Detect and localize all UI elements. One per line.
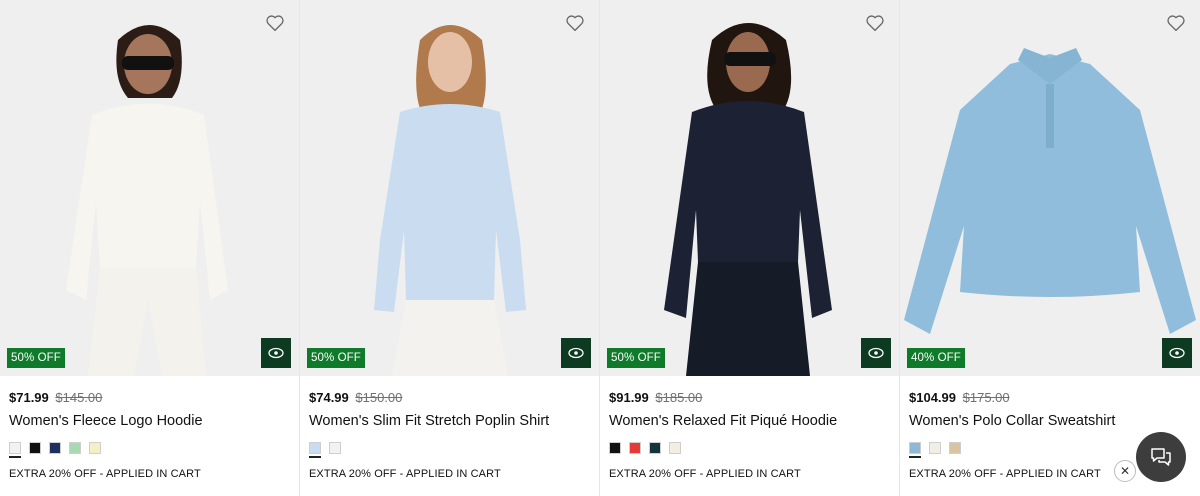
original-price: $185.00 — [655, 390, 703, 405]
color-swatches — [9, 442, 290, 458]
original-price: $145.00 — [55, 390, 103, 405]
product-card[interactable]: 40% OFF $104.99 $175.00 Women's Polo Col… — [900, 0, 1200, 496]
wishlist-heart-icon[interactable] — [265, 14, 285, 32]
sale-price: $74.99 — [309, 390, 349, 405]
product-grid: 50% OFF $71.99 $145.00 Women's Fleece Lo… — [0, 0, 1200, 496]
product-name[interactable]: Women's Relaxed Fit Piqué Hoodie — [609, 412, 890, 430]
garment-figure — [904, 48, 1196, 334]
color-swatch[interactable] — [929, 442, 941, 454]
product-name[interactable]: Women's Polo Collar Sweatshirt — [909, 412, 1191, 430]
product-image[interactable]: 50% OFF — [300, 0, 599, 376]
sale-price: $71.99 — [9, 390, 49, 405]
price-row: $91.99 $185.00 — [609, 390, 890, 406]
original-price: $175.00 — [962, 390, 1010, 405]
model-figure — [664, 23, 832, 376]
quick-view-eye-icon[interactable] — [1162, 338, 1192, 368]
color-swatch[interactable] — [329, 442, 341, 454]
close-icon[interactable]: ✕ — [1114, 460, 1136, 482]
product-name[interactable]: Women's Slim Fit Stretch Poplin Shirt — [309, 412, 590, 430]
model-figure — [374, 25, 526, 376]
quick-view-eye-icon[interactable] — [561, 338, 591, 368]
product-card[interactable]: 50% OFF $91.99 $185.00 Women's Relaxed F… — [600, 0, 900, 496]
promo-text: EXTRA 20% OFF - APPLIED IN CART — [609, 468, 801, 480]
sale-price: $104.99 — [909, 390, 956, 405]
color-swatches — [609, 442, 890, 456]
chat-bubbles-icon[interactable] — [1136, 432, 1186, 482]
color-swatch[interactable] — [309, 442, 321, 458]
product-info: $91.99 $185.00 Women's Relaxed Fit Piqué… — [600, 376, 899, 456]
color-swatch[interactable] — [629, 442, 641, 454]
color-swatch[interactable] — [89, 442, 101, 454]
product-card[interactable]: 50% OFF $74.99 $150.00 Women's Slim Fit … — [300, 0, 600, 496]
product-info: $71.99 $145.00 Women's Fleece Logo Hoodi… — [0, 376, 299, 458]
discount-badge: 50% OFF — [7, 348, 65, 368]
color-swatch[interactable] — [909, 442, 921, 458]
discount-badge: 50% OFF — [307, 348, 365, 368]
price-row: $71.99 $145.00 — [9, 390, 290, 406]
product-name[interactable]: Women's Fleece Logo Hoodie — [9, 412, 290, 430]
price-row: $74.99 $150.00 — [309, 390, 590, 406]
wishlist-heart-icon[interactable] — [865, 14, 885, 32]
product-image[interactable]: 50% OFF — [0, 0, 299, 376]
color-swatch[interactable] — [49, 442, 61, 454]
product-card[interactable]: 50% OFF $71.99 $145.00 Women's Fleece Lo… — [0, 0, 300, 496]
color-swatch[interactable] — [949, 442, 961, 454]
discount-badge: 40% OFF — [907, 348, 965, 368]
original-price: $150.00 — [355, 390, 403, 405]
sale-price: $91.99 — [609, 390, 649, 405]
color-swatch[interactable] — [609, 442, 621, 454]
promo-text: EXTRA 20% OFF - APPLIED IN CART — [909, 468, 1101, 480]
discount-badge: 50% OFF — [607, 348, 665, 368]
price-row: $104.99 $175.00 — [909, 390, 1191, 406]
color-swatch[interactable] — [669, 442, 681, 454]
product-info: $74.99 $150.00 Women's Slim Fit Stretch … — [300, 376, 599, 458]
color-swatch[interactable] — [9, 442, 21, 458]
model-figure — [66, 25, 228, 376]
color-swatches — [309, 442, 590, 458]
color-swatch[interactable] — [69, 442, 81, 454]
color-swatch[interactable] — [649, 442, 661, 454]
quick-view-eye-icon[interactable] — [861, 338, 891, 368]
promo-text: EXTRA 20% OFF - APPLIED IN CART — [9, 468, 201, 480]
product-image[interactable]: 50% OFF — [600, 0, 899, 376]
promo-text: EXTRA 20% OFF - APPLIED IN CART — [309, 468, 501, 480]
product-image[interactable]: 40% OFF — [900, 0, 1200, 376]
color-swatch[interactable] — [29, 442, 41, 454]
quick-view-eye-icon[interactable] — [261, 338, 291, 368]
wishlist-heart-icon[interactable] — [1166, 14, 1186, 32]
wishlist-heart-icon[interactable] — [565, 14, 585, 32]
